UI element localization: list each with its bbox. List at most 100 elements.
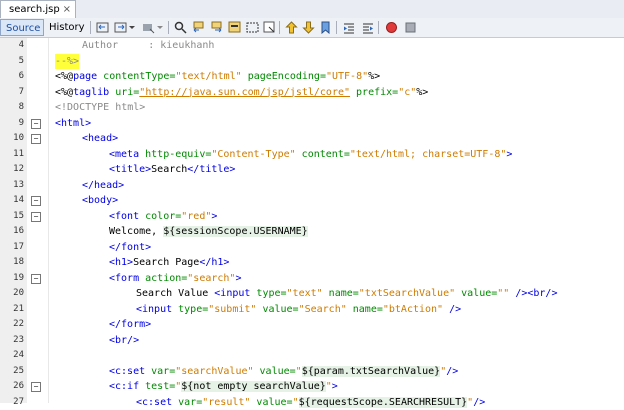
code-line: 6 <%@page contentType="text/html" pageEn… [0, 69, 624, 85]
editor-tab-bar: search.jsp × [0, 0, 624, 19]
line-number: 18 [0, 255, 24, 271]
fold-toggle-icon[interactable]: − [31, 134, 41, 144]
code-line: 8 <!DOCTYPE html> [0, 100, 624, 116]
toggle-bookmark-icon[interactable] [262, 20, 277, 35]
line-number: 15 [0, 209, 24, 225]
code-line: 26 − <c:if test="${not empty searchValue… [0, 379, 624, 395]
code-text: <html> [55, 116, 91, 132]
code-text: <c:set var="result" value="${requestScop… [136, 395, 485, 410]
code-text: --%> [55, 54, 79, 70]
code-text: <h1>Search Page</h1> [109, 255, 229, 271]
line-number: 16 [0, 224, 24, 240]
code-line: 11 <meta http-equiv="Content-Type" conte… [0, 147, 624, 163]
find-icon[interactable] [141, 20, 156, 35]
tab-source[interactable]: Source [0, 19, 44, 36]
line-number: 20 [0, 286, 24, 302]
code-line: 10 − <head> [0, 131, 624, 147]
line-number: 26 [0, 379, 24, 395]
code-text: <body> [82, 193, 118, 209]
start-macro-icon[interactable] [384, 20, 399, 35]
find-prev-icon[interactable] [191, 20, 206, 35]
shift-left-icon[interactable] [341, 20, 356, 35]
code-line: 21 <input type="submit" value="Search" n… [0, 302, 624, 318]
toolbar-separator [90, 21, 91, 34]
fold-toggle-icon[interactable]: − [31, 382, 41, 392]
line-number: 25 [0, 364, 24, 380]
find-icon[interactable] [173, 20, 188, 35]
line-number: 5 [0, 54, 24, 70]
code-text: </head> [82, 178, 124, 194]
code-editor[interactable]: 4 Author : kieukhanh 5 --%> 6 <%@page co… [0, 38, 624, 403]
code-line: 5 --%> [0, 54, 624, 70]
toggle-rect-select-icon[interactable] [245, 20, 260, 35]
line-number: 10 [0, 131, 24, 147]
line-number: 19 [0, 271, 24, 287]
code-text: <!DOCTYPE html> [55, 100, 145, 116]
code-text: <meta http-equiv="Content-Type" content=… [109, 147, 512, 163]
code-text: <input type="submit" value="Search" name… [136, 302, 461, 318]
line-number: 7 [0, 85, 24, 101]
code-text: Welcome, ${sessionScope.USERNAME} [109, 224, 308, 240]
code-line: 9 − <html> [0, 116, 624, 132]
code-line: 16 Welcome, ${sessionScope.USERNAME} [0, 224, 624, 240]
code-text: <%@taglib uri="http://java.sun.com/jsp/j… [55, 85, 428, 101]
stop-macro-icon[interactable] [403, 20, 418, 35]
back-history-icon[interactable] [95, 20, 110, 35]
toggle-bookmark-icon[interactable] [318, 20, 333, 35]
find-next-icon[interactable] [209, 20, 224, 35]
forward-history-icon[interactable] [113, 20, 128, 35]
code-line: 12 <title>Search</title> [0, 162, 624, 178]
code-text: <font color="red"> [109, 209, 217, 225]
code-text: <c:set var="searchValue" value="${param.… [109, 364, 458, 380]
code-line: 17 </font> [0, 240, 624, 256]
toolbar-separator [378, 21, 379, 34]
code-line: 24 [0, 348, 624, 364]
code-line: 4 Author : kieukhanh [0, 38, 624, 54]
code-line: 13 </head> [0, 178, 624, 194]
line-number: 27 [0, 395, 24, 410]
line-number: 17 [0, 240, 24, 256]
code-line: 20 Search Value <input type="text" name=… [0, 286, 624, 302]
code-line: 14 − <body> [0, 193, 624, 209]
fold-toggle-icon[interactable]: − [31, 274, 41, 284]
line-number: 9 [0, 116, 24, 132]
toggle-highlight-icon[interactable] [227, 20, 242, 35]
code-text: <form action="search"> [109, 271, 241, 287]
line-number: 8 [0, 100, 24, 116]
line-number: 14 [0, 193, 24, 209]
code-line: 15 − <font color="red"> [0, 209, 624, 225]
line-number: 21 [0, 302, 24, 318]
fold-toggle-icon[interactable]: − [31, 196, 41, 206]
line-number: 4 [0, 38, 24, 54]
shift-right-icon[interactable] [360, 20, 375, 35]
dropdown-icon[interactable] [128, 20, 136, 35]
editor-toolbar: Source History [0, 18, 624, 38]
code-line: 22 </form> [0, 317, 624, 333]
code-text: </font> [109, 240, 151, 256]
code-text: <br/> [109, 333, 139, 349]
line-number: 11 [0, 147, 24, 163]
toolbar-separator [336, 21, 337, 34]
dropdown-icon[interactable] [156, 20, 164, 35]
close-tab-icon[interactable]: × [63, 1, 71, 19]
file-tab[interactable]: search.jsp × [0, 0, 76, 18]
code-text: </form> [109, 317, 151, 333]
code-text: <%@page contentType="text/html" pageEnco… [55, 69, 380, 85]
prev-bookmark-icon[interactable] [284, 20, 299, 35]
fold-toggle-icon[interactable]: − [31, 119, 41, 129]
toolbar-separator [168, 21, 169, 34]
line-number: 23 [0, 333, 24, 349]
code-line: 25 <c:set var="searchValue" value="${par… [0, 364, 624, 380]
line-number: 6 [0, 69, 24, 85]
code-line: 27 <c:set var="result" value="${requestS… [0, 395, 624, 410]
line-number: 12 [0, 162, 24, 178]
code-text: Search Value <input type="text" name="tx… [136, 286, 557, 302]
line-number: 24 [0, 348, 24, 364]
code-line: 7 <%@taglib uri="http://java.sun.com/jsp… [0, 85, 624, 101]
tab-history[interactable]: History [44, 19, 86, 36]
code-line: 19 − <form action="search"> [0, 271, 624, 287]
code-text: <c:if test="${not empty searchValue}"> [109, 379, 338, 395]
next-bookmark-icon[interactable] [301, 20, 316, 35]
fold-toggle-icon[interactable]: − [31, 212, 41, 222]
toolbar-separator [279, 21, 280, 34]
